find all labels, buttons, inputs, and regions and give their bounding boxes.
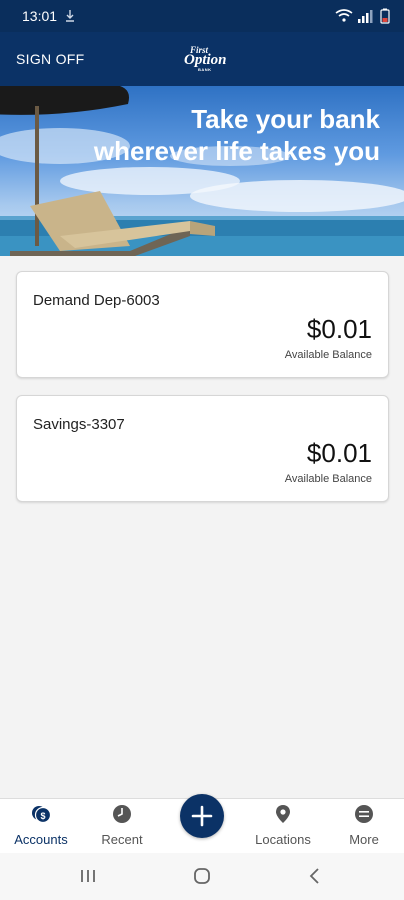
balance-label: Available Balance: [284, 349, 372, 361]
home-icon[interactable]: [190, 865, 214, 887]
account-card[interactable]: Savings-3307 $0.01 Available Balance: [16, 395, 389, 502]
clock-icon: [113, 805, 131, 823]
bank-logo: First Option BANK: [184, 45, 227, 72]
sign-off-button[interactable]: SIGN OFF: [16, 51, 85, 67]
account-name: Savings-3307: [33, 416, 125, 433]
plus-icon: [191, 805, 213, 827]
nav-more[interactable]: More: [324, 799, 404, 854]
promo-banner: Take your bank wherever life takes you: [0, 86, 404, 256]
account-balance: $0.01: [306, 314, 372, 344]
status-icons: [335, 8, 390, 24]
download-icon: [66, 10, 74, 22]
nav-label: Locations: [255, 832, 311, 847]
signal-icon: [358, 10, 373, 23]
banner-headline-line2: wherever life takes you: [93, 136, 380, 166]
banner-headline-line1: Take your bank: [191, 104, 380, 134]
wifi-icon: [335, 9, 353, 22]
dollar-coin-icon: $: [32, 806, 51, 824]
balance-label: Available Balance: [284, 473, 372, 485]
more-menu-icon: [355, 805, 373, 823]
account-name: Demand Dep-6003: [33, 292, 160, 309]
status-bar: 13:01: [0, 0, 404, 32]
nav-locations[interactable]: Locations: [243, 799, 323, 854]
account-card[interactable]: Demand Dep-6003 $0.01 Available Balance: [16, 271, 389, 378]
nav-label: More: [349, 832, 379, 847]
nav-accounts[interactable]: $ Accounts: [1, 799, 81, 854]
recent-apps-icon[interactable]: [76, 865, 100, 887]
status-time: 13:01: [22, 8, 58, 24]
battery-icon: [380, 8, 390, 24]
svg-text:$: $: [40, 811, 45, 821]
nav-recent[interactable]: Recent: [82, 799, 162, 854]
account-balance: $0.01: [306, 438, 372, 468]
system-nav-bar: [0, 853, 404, 900]
nav-label: Recent: [101, 832, 143, 847]
add-button[interactable]: [180, 794, 224, 838]
map-pin-icon: [276, 805, 290, 823]
nav-label: Accounts: [14, 832, 68, 847]
app-header: SIGN OFF First Option BANK: [0, 32, 404, 86]
back-icon[interactable]: [303, 865, 327, 887]
